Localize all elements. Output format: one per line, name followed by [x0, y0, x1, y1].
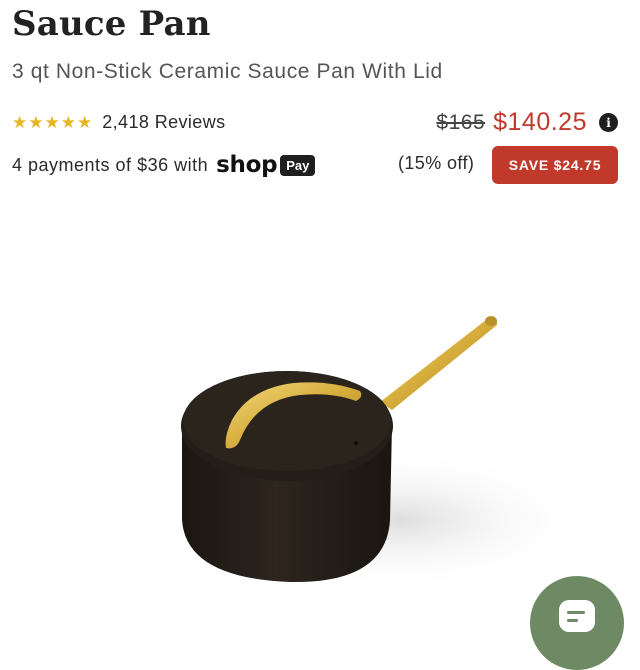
product-subtitle: 3 qt Non-Stick Ceramic Sauce Pan With Li… — [12, 60, 443, 83]
shop-pay-logo[interactable]: shop Pay — [216, 152, 316, 178]
original-price: $165 — [436, 110, 486, 134]
chat-icon — [559, 600, 595, 632]
installment-payments: 4 payments of $36 with shop Pay — [12, 152, 316, 178]
chat-icon-line — [567, 610, 585, 614]
price-row: $165 $140.25 i — [436, 108, 618, 137]
info-icon[interactable]: i — [599, 113, 618, 132]
save-badge: SAVE $24.75 — [492, 146, 618, 184]
installment-text: 4 payments of $36 with — [12, 154, 209, 175]
shop-pay-wordmark: shop — [216, 152, 278, 178]
discount-percent: (15% off) — [398, 153, 475, 173]
sauce-pan-illustration — [181, 316, 590, 590]
star-icon: ★ — [44, 113, 60, 132]
product-image — [181, 316, 590, 590]
star-icon: ★ — [60, 113, 76, 132]
reviews-link[interactable]: 2,418 Reviews — [102, 112, 225, 133]
chat-icon-line — [567, 618, 578, 622]
product-title: Sauce Pan — [12, 4, 211, 44]
chat-button[interactable] — [530, 576, 624, 670]
star-icon: ★ — [77, 113, 93, 132]
star-icon: ★ — [28, 113, 44, 132]
shop-pay-badge: Pay — [280, 154, 316, 176]
rating-summary[interactable]: ★ ★ ★ ★ ★ 2,418 Reviews — [12, 112, 226, 133]
sale-price: $140.25 — [493, 108, 587, 136]
star-icon: ★ — [12, 113, 28, 132]
star-rating: ★ ★ ★ ★ ★ — [12, 114, 92, 131]
